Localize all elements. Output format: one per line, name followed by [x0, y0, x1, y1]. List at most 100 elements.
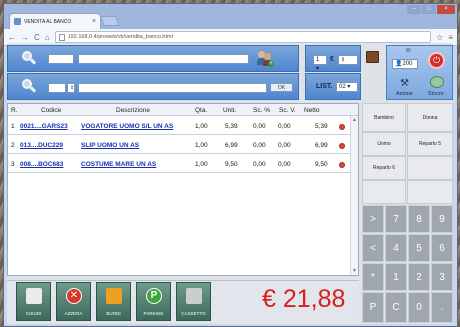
forward-arrow-icon[interactable]: → [21, 33, 29, 42]
table-row[interactable]: 1 0021....GARS23 VOGATORE UOMO S/L UN AS… [8, 117, 350, 135]
back-arrow-icon[interactable]: ← [8, 33, 16, 42]
scroll-up-icon[interactable]: ▲ [352, 117, 357, 123]
home-icon[interactable]: ⌂ [45, 33, 50, 42]
price-list-select[interactable]: 02 ▾ [336, 82, 358, 92]
cancel-icon: ✕ [66, 288, 82, 304]
add-customer-icon[interactable]: + [257, 51, 274, 67]
department-reparto6[interactable]: Reparto 6 [362, 156, 406, 180]
item-netto: 5,39 [315, 123, 328, 130]
key-p[interactable]: P [362, 292, 384, 323]
key-9[interactable]: 9 [431, 205, 453, 233]
key-1[interactable]: 1 [385, 263, 407, 291]
parking-button[interactable]: P PARKING [136, 282, 171, 321]
item-description-link[interactable]: COSTUME MARE UN AS [81, 161, 156, 168]
filter-input[interactable] [78, 83, 267, 93]
department-empty-3[interactable] [407, 180, 453, 204]
window-close-icon[interactable]: × [437, 5, 455, 14]
total-amount: € 21,88 [262, 285, 346, 313]
item-qty: 1,00 [195, 142, 208, 149]
key-3[interactable]: 3 [431, 263, 453, 291]
cassetto-button[interactable]: CASSETTO [176, 282, 211, 321]
delete-row-icon[interactable] [339, 162, 345, 168]
barcode-input[interactable] [48, 54, 74, 64]
key-6[interactable]: 6 [431, 234, 453, 262]
key-5[interactable]: 5 [408, 234, 430, 262]
code-filter-input[interactable] [48, 83, 66, 93]
parking-label: PARKING [143, 311, 164, 316]
item-description-link[interactable]: SLIP UOMO UN AS [81, 142, 139, 149]
delete-row-icon[interactable] [339, 124, 345, 130]
header-r: R. [11, 107, 18, 114]
table-header: R. Codice Descrizione Qta. Unit. Sc. % S… [8, 104, 358, 116]
item-sc-pct: 0,00 [253, 142, 266, 149]
item-sc-v: 0,00 [278, 161, 291, 168]
price-list-value: 02 [339, 84, 346, 90]
power-icon[interactable]: ⏻ [428, 52, 445, 69]
item-code-link[interactable]: 0021....GARS23 [20, 123, 68, 130]
menu-icon[interactable]: ≡ [448, 33, 453, 42]
address-bar[interactable]: 192.168.0.4/proweb/vb/vendita_banco.html [54, 31, 432, 43]
price-stepper[interactable]: ⇕ [338, 55, 358, 65]
key-multiply[interactable]: * [362, 263, 384, 291]
quantity-select[interactable]: 1 ▾ [313, 55, 327, 72]
chiudi-button[interactable]: CHIUDI [16, 282, 51, 321]
table-row[interactable]: 2 013....DUC229 SLIP UOMO UN AS 1,00 6,9… [8, 136, 350, 154]
department-donna[interactable]: Donna [407, 103, 453, 132]
cash-drawer-icon[interactable] [366, 51, 379, 63]
address-url: 192.168.0.4/proweb/vb/vendita_banco.html [67, 34, 173, 40]
item-code-link[interactable]: 013....DUC229 [20, 142, 63, 149]
table-scrollbar[interactable]: ▲ ▼ [350, 116, 358, 275]
key-2[interactable]: 2 [408, 263, 430, 291]
key-decimal[interactable]: . [431, 292, 453, 323]
drawer-icon [186, 288, 202, 304]
item-code-link[interactable]: 008....BOC683 [20, 161, 63, 168]
receipt-counter[interactable]: 👤200 [392, 59, 418, 69]
browser-tab[interactable]: VENDITA AL BANCO × [9, 13, 101, 29]
note-icon[interactable]: ✉ [398, 47, 418, 55]
reload-icon[interactable]: C [34, 33, 40, 42]
description-input[interactable] [78, 54, 249, 64]
buoni-button[interactable]: BUONI [96, 282, 131, 321]
key-7[interactable]: 7 [385, 205, 407, 233]
new-tab-button[interactable] [100, 16, 120, 26]
search-icon-secondary[interactable] [22, 79, 37, 93]
key-c[interactable]: C [385, 292, 407, 323]
department-bambino[interactable]: Bambino [362, 103, 406, 132]
item-description-link[interactable]: VOGATORE UOMO S/L UN AS [81, 123, 173, 130]
minimize-icon[interactable]: – [407, 5, 421, 14]
table-row[interactable]: 3 008....BOC683 COSTUME MARE UN AS 1,00 … [8, 155, 350, 173]
item-qty: 1,00 [195, 123, 208, 130]
maximize-icon[interactable]: □ [422, 5, 436, 14]
favicon-icon [14, 18, 21, 25]
sales-table: R. Codice Descrizione Qta. Unit. Sc. % S… [7, 103, 359, 276]
department-empty-2[interactable] [362, 180, 406, 204]
sync-icon[interactable] [430, 76, 444, 88]
key-next[interactable]: > [362, 205, 384, 233]
department-empty-1[interactable] [407, 156, 453, 180]
tab-bar: VENDITA AL BANCO × – □ × [4, 4, 457, 29]
key-8[interactable]: 8 [408, 205, 430, 233]
item-sc-pct: 0,00 [253, 123, 266, 130]
key-4[interactable]: 4 [385, 234, 407, 262]
tab-title: VENDITA AL BANCO [24, 18, 72, 25]
delete-row-icon[interactable] [339, 143, 345, 149]
scroll-down-icon[interactable]: ▼ [352, 268, 357, 274]
azzera-button[interactable]: ✕ AZZERA [56, 282, 91, 321]
header-qta: Qta. [195, 107, 208, 114]
department-uomo[interactable]: Uomo [362, 132, 406, 156]
search-icon[interactable] [22, 51, 37, 65]
spinner-icon[interactable]: ⇕ [67, 83, 75, 93]
parking-icon: P [146, 288, 162, 304]
bookmark-star-icon[interactable]: ☆ [436, 33, 443, 42]
azione-label[interactable]: Azione [396, 91, 413, 97]
header-netto: Netto [304, 107, 320, 114]
key-0[interactable]: 0 [408, 292, 430, 323]
tools-icon[interactable]: ⚒ [400, 78, 409, 89]
key-prev[interactable]: < [362, 234, 384, 262]
department-reparto5[interactable]: Reparto 5 [407, 132, 453, 156]
item-unit: 5,39 [225, 123, 238, 130]
ok-button[interactable]: OK [270, 83, 293, 92]
sincro-label[interactable]: Sincro [428, 91, 444, 97]
tab-close-icon[interactable]: × [92, 18, 96, 25]
header-descrizione: Descrizione [116, 107, 150, 114]
